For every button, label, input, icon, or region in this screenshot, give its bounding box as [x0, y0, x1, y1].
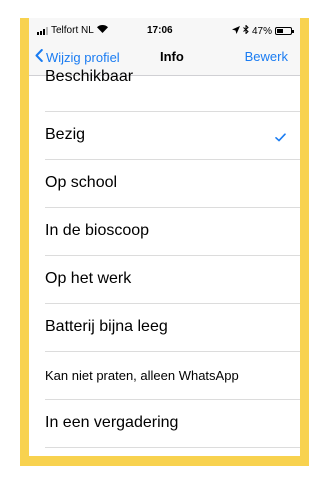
list-item-status[interactable]: In een vergadering [29, 400, 300, 448]
status-label: Batterij bijna leeg [45, 318, 168, 335]
location-arrow-icon [231, 25, 240, 37]
list-item-status[interactable]: Beschikbaar [29, 62, 300, 112]
status-label: Kan niet praten, alleen WhatsApp [45, 368, 239, 383]
status-label: In een vergadering [45, 414, 179, 431]
list-item-status[interactable]: Kan niet praten, alleen WhatsApp [29, 352, 300, 400]
status-label: Op het werk [45, 270, 132, 287]
list-item-status[interactable]: In de bioscoop [29, 208, 300, 256]
status-label: Op school [45, 174, 118, 191]
row-divider [45, 447, 300, 448]
checkmark-icon [275, 129, 286, 147]
status-list: Beschikbaar Bezig Op school In de biosco… [29, 68, 300, 448]
wifi-icon [96, 25, 108, 36]
bluetooth-icon [243, 24, 249, 37]
battery-icon [275, 27, 294, 35]
status-label: Beschikbaar [45, 68, 134, 85]
signal-icon [37, 26, 48, 35]
list-item-status[interactable]: Op het werk [29, 256, 300, 304]
carrier-name: Telfort NL [51, 25, 94, 36]
list-item-status[interactable]: Batterij bijna leeg [29, 304, 300, 352]
list-item-status[interactable]: Bezig [29, 112, 300, 160]
battery-fill [277, 29, 283, 33]
clock: 17:06 [147, 25, 173, 36]
status-bar: Telfort NL 17:06 47% [29, 18, 300, 40]
status-label: In de bioscoop [45, 222, 150, 239]
status-right-group: 47% [231, 24, 294, 37]
yellow-frame: Telfort NL 17:06 47% Wijzig profiel Info… [20, 18, 309, 466]
list-item-status[interactable]: Op school [29, 160, 300, 208]
carrier-group: Telfort NL [37, 25, 108, 36]
status-label: Bezig [45, 126, 86, 143]
battery-percentage: 47% [251, 25, 272, 37]
phone-screen: Telfort NL 17:06 47% Wijzig profiel Info… [29, 18, 300, 456]
